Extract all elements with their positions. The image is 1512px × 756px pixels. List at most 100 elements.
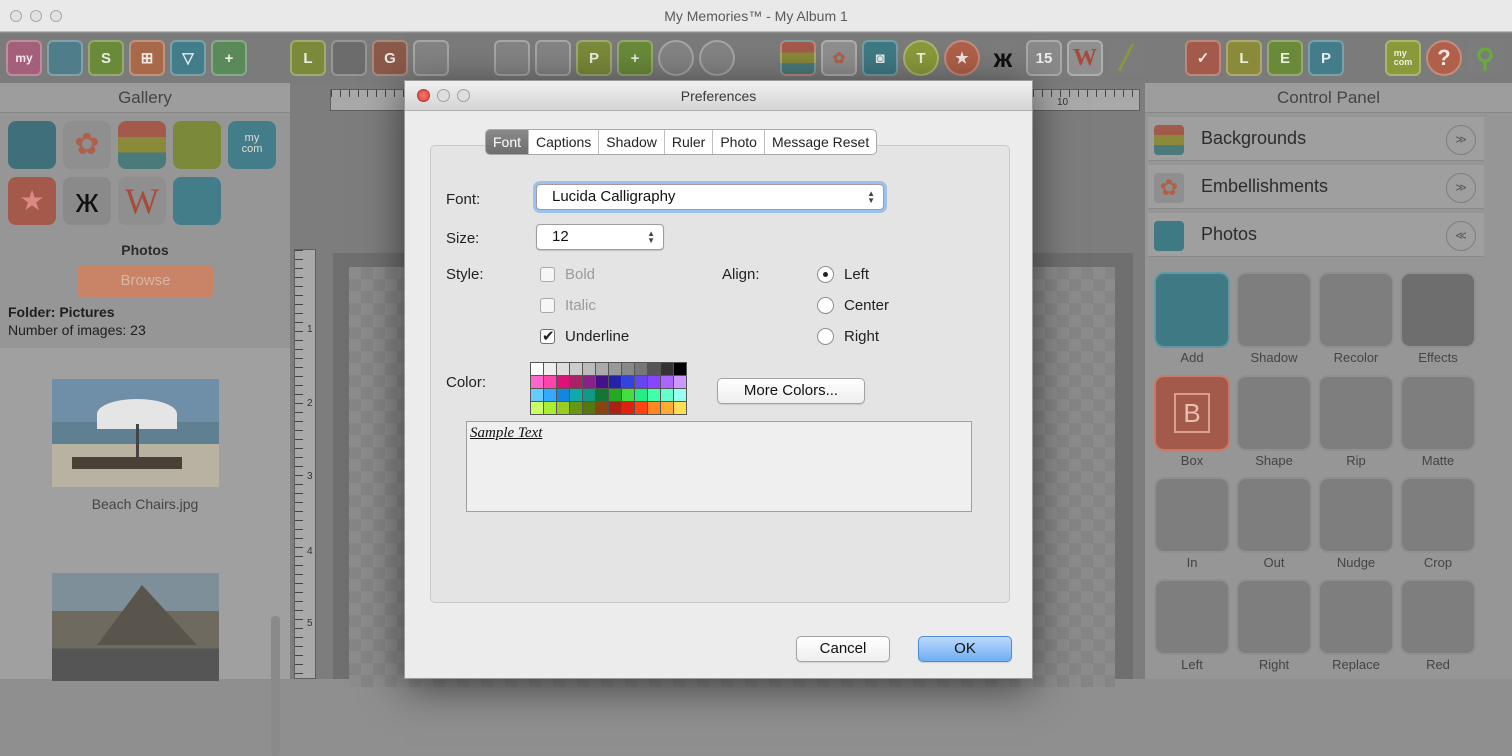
gallery-star-icon[interactable]: ★	[8, 177, 56, 225]
chevron-down-icon[interactable]: ≫	[1446, 173, 1476, 203]
backgrounds-icon[interactable]	[780, 40, 816, 76]
color-swatch[interactable]	[635, 376, 647, 388]
gallery-camera-icon[interactable]	[8, 121, 56, 169]
ok-button[interactable]: OK	[918, 636, 1012, 662]
p-icon[interactable]: P	[576, 40, 612, 76]
font-select[interactable]: Lucida Calligraphy ▲ ▼	[536, 184, 884, 210]
thumbnail-list[interactable]: Beach Chairs.jpg	[0, 348, 290, 756]
add-page-icon[interactable]: +	[211, 40, 247, 76]
color-swatch[interactable]	[635, 389, 647, 401]
p2-icon[interactable]: P	[1308, 40, 1344, 76]
italic-checkbox[interactable]	[540, 298, 555, 313]
calendar-icon[interactable]: 15	[1026, 40, 1062, 76]
shape-button[interactable]	[1236, 375, 1312, 451]
color-swatch[interactable]	[622, 402, 634, 414]
color-swatch[interactable]	[557, 363, 569, 375]
gallery-flower-icon[interactable]: ✿	[63, 121, 111, 169]
color-palette[interactable]	[530, 362, 687, 415]
color-swatch[interactable]	[648, 389, 660, 401]
g-icon[interactable]: G	[372, 40, 408, 76]
color-swatch[interactable]	[557, 389, 569, 401]
color-swatch[interactable]	[596, 376, 608, 388]
color-swatch[interactable]	[583, 402, 595, 414]
color-swatch[interactable]	[648, 363, 660, 375]
gallery-mycom-icon[interactable]: my com	[228, 121, 276, 169]
tab-photo[interactable]: Photo	[713, 130, 765, 154]
tab-message-reset[interactable]: Message Reset	[765, 130, 876, 154]
color-swatch[interactable]	[635, 363, 647, 375]
star-icon[interactable]: ★	[944, 40, 980, 76]
color-swatch[interactable]	[583, 389, 595, 401]
section-backgrounds[interactable]: Backgrounds ≫	[1148, 117, 1484, 161]
search-icon[interactable]: ⚲	[1467, 40, 1503, 76]
thumbnail-scrollbar[interactable]	[271, 616, 280, 756]
align-right-radio[interactable]	[817, 328, 834, 345]
chevron-down-icon[interactable]: ≫	[1446, 125, 1476, 155]
blank2-icon[interactable]	[494, 40, 530, 76]
gallery-layout-l-icon[interactable]	[173, 121, 221, 169]
color-swatch[interactable]	[531, 376, 543, 388]
color-swatch[interactable]	[557, 376, 569, 388]
color-swatch[interactable]	[544, 402, 556, 414]
color-swatch[interactable]	[622, 376, 634, 388]
color-swatch[interactable]	[674, 376, 686, 388]
section-photos[interactable]: Photos ≪	[1148, 213, 1484, 257]
folder-icon[interactable]	[47, 40, 83, 76]
nudge-button[interactable]	[1318, 477, 1394, 553]
color-swatch[interactable]	[570, 389, 582, 401]
blank5-icon[interactable]	[699, 40, 735, 76]
color-swatch[interactable]	[661, 389, 673, 401]
align-left-radio[interactable]	[817, 266, 834, 283]
section-embellishments[interactable]: ✿ Embellishments ≫	[1148, 165, 1484, 209]
butterfly-icon[interactable]: ж	[985, 40, 1021, 76]
matte-button[interactable]	[1400, 375, 1476, 451]
color-swatch[interactable]	[674, 402, 686, 414]
plus-page-icon[interactable]: +	[617, 40, 653, 76]
color-swatch[interactable]	[674, 363, 686, 375]
l2-icon[interactable]: L	[1226, 40, 1262, 76]
size-select[interactable]: 12 ▲ ▼	[536, 224, 664, 250]
tab-shadow[interactable]: Shadow	[599, 130, 665, 154]
tab-font[interactable]: Font	[486, 130, 530, 154]
bold-checkbox[interactable]	[540, 267, 555, 282]
align-center-radio[interactable]	[817, 297, 834, 314]
color-swatch[interactable]	[674, 389, 686, 401]
color-swatch[interactable]	[648, 402, 660, 414]
brush-icon[interactable]: ╱	[1108, 40, 1144, 76]
mycom-logo-icon[interactable]: my	[6, 40, 42, 76]
color-swatch[interactable]	[596, 402, 608, 414]
color-swatch[interactable]	[609, 402, 621, 414]
film-icon[interactable]	[331, 40, 367, 76]
color-swatch[interactable]	[622, 389, 634, 401]
thumbnail-beach-chairs[interactable]	[52, 379, 219, 487]
box-button[interactable]: B	[1154, 375, 1230, 451]
wordart-icon[interactable]: W	[1067, 40, 1103, 76]
color-swatch[interactable]	[622, 363, 634, 375]
camera-icon[interactable]: ◙	[862, 40, 898, 76]
color-swatch[interactable]	[609, 389, 621, 401]
browse-button[interactable]: Browse	[78, 265, 213, 297]
rotate-right-button[interactable]	[1236, 579, 1312, 655]
add-photo-button[interactable]	[1154, 272, 1230, 348]
gallery-stripes-icon[interactable]	[118, 121, 166, 169]
blank4-icon[interactable]	[658, 40, 694, 76]
red-eye-button[interactable]	[1400, 579, 1476, 655]
effects-button[interactable]	[1400, 272, 1476, 348]
color-swatch[interactable]	[583, 363, 595, 375]
color-swatch[interactable]	[661, 363, 673, 375]
color-swatch[interactable]	[596, 389, 608, 401]
blank-icon[interactable]	[413, 40, 449, 76]
text-icon[interactable]: T	[903, 40, 939, 76]
shield-icon[interactable]: ▽	[170, 40, 206, 76]
more-colors-button[interactable]: More Colors...	[717, 378, 865, 404]
rotate-left-button[interactable]	[1154, 579, 1230, 655]
l-icon[interactable]: L	[290, 40, 326, 76]
color-swatch[interactable]	[661, 402, 673, 414]
color-swatch[interactable]	[531, 363, 543, 375]
color-swatch[interactable]	[544, 376, 556, 388]
color-swatch[interactable]	[583, 376, 595, 388]
color-swatch[interactable]	[570, 376, 582, 388]
chevron-up-icon[interactable]: ≪	[1446, 221, 1476, 251]
tab-captions[interactable]: Captions	[529, 130, 600, 154]
e-icon[interactable]: E	[1267, 40, 1303, 76]
